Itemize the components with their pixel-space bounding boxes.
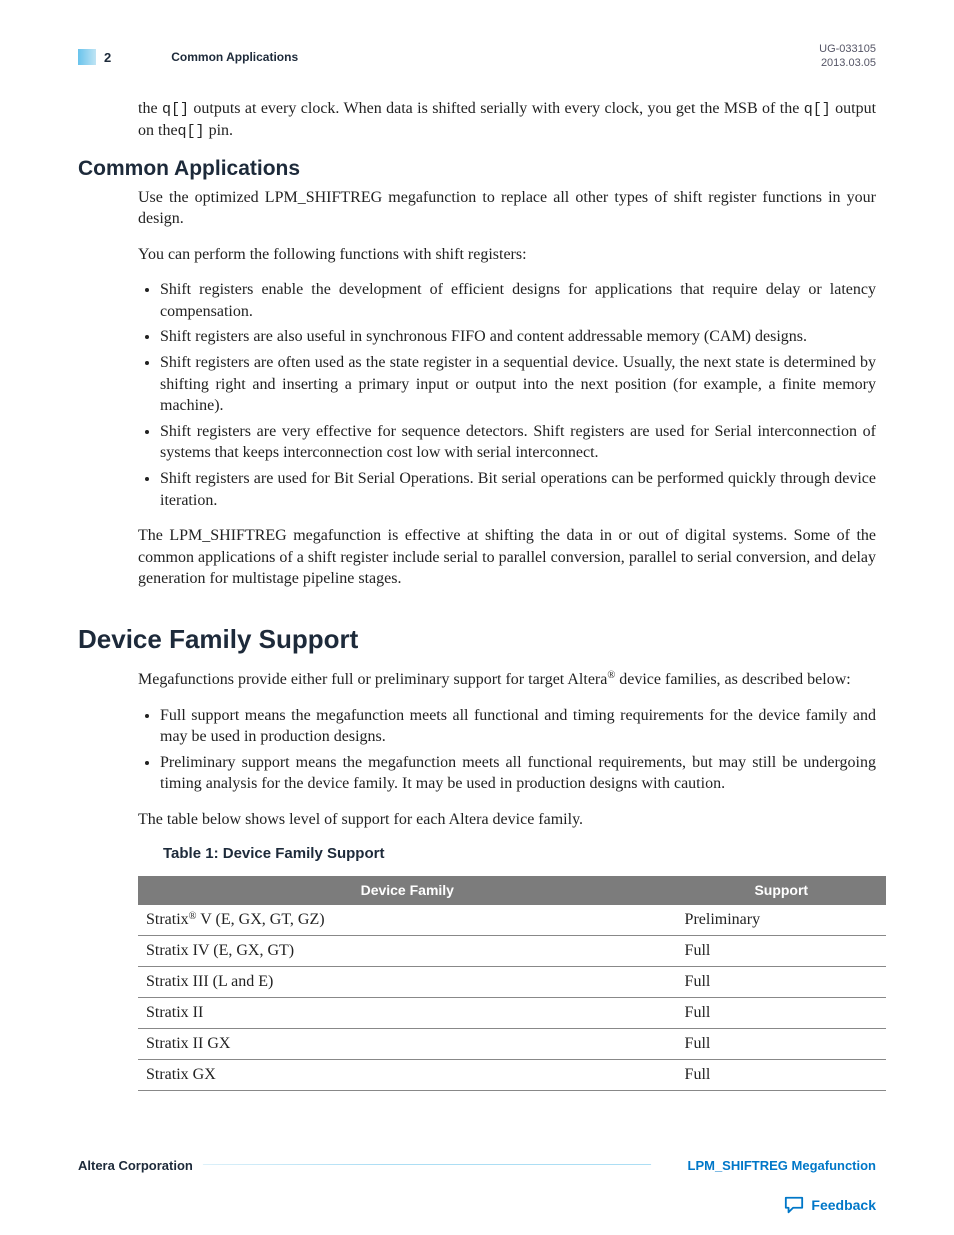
table-cell-family: Stratix III (L and E): [138, 966, 677, 997]
page-number: 2: [96, 50, 123, 65]
header-accent-bar: [78, 49, 96, 65]
page-footer: Altera Corporation LPM_SHIFTREG Megafunc…: [78, 1155, 876, 1175]
list-item: Shift registers are very effective for s…: [160, 421, 876, 464]
text: device families, as described below:: [615, 671, 850, 688]
paragraph: You can perform the following functions …: [138, 244, 876, 266]
table-row: Stratix IIFull: [138, 997, 886, 1028]
text: outputs at every clock. When data is shi…: [189, 100, 804, 117]
table-header-row: Device Family Support: [138, 876, 886, 905]
header-right: UG-033105 2013.03.05: [819, 43, 876, 71]
text: Megafunctions provide either full or pre…: [138, 671, 607, 688]
table-cell-support: Full: [677, 966, 886, 997]
table-cell-family: Stratix II: [138, 997, 677, 1028]
footer-doc-link[interactable]: LPM_SHIFTREG Megafunction: [688, 1158, 877, 1173]
list-item: Preliminary support means the megafuncti…: [160, 752, 876, 795]
table-header-cell: Support: [677, 876, 886, 905]
page-header: 2 Common Applications UG-033105 2013.03.…: [78, 44, 876, 70]
table-title: Table 1: Device Family Support: [163, 845, 886, 862]
table-cell-support: Full: [677, 997, 886, 1028]
table-row: Stratix II GXFull: [138, 1028, 886, 1059]
table-block: Table 1: Device Family Support Device Fa…: [138, 845, 886, 1091]
table-cell-family: Stratix II GX: [138, 1028, 677, 1059]
doc-date: 2013.03.05: [819, 57, 876, 71]
body-column: the q[] outputs at every clock. When dat…: [138, 98, 876, 1091]
list-item: Shift registers are also useful in synch…: [160, 326, 876, 348]
registered-mark: ®: [189, 911, 197, 922]
list-item: Shift registers are used for Bit Serial …: [160, 468, 876, 511]
table-row: Stratix IV (E, GX, GT)Full: [138, 935, 886, 966]
code-token: q[]: [804, 101, 831, 118]
table-row: Stratix GXFull: [138, 1059, 886, 1090]
device-family-table: Device Family Support Stratix® V (E, GX,…: [138, 876, 886, 1091]
table-row: Stratix® V (E, GX, GT, GZ)Preliminary: [138, 904, 886, 935]
paragraph: Megafunctions provide either full or pre…: [138, 669, 876, 691]
feedback-label: Feedback: [811, 1197, 876, 1213]
header-left: 2 Common Applications: [78, 48, 298, 66]
heading-common-applications: Common Applications: [78, 157, 876, 181]
list-item: Shift registers are often used as the st…: [160, 352, 876, 417]
list-item: Shift registers enable the development o…: [160, 279, 876, 322]
table-header-cell: Device Family: [138, 876, 677, 905]
text: pin.: [205, 122, 233, 139]
table-cell-support: Full: [677, 1059, 886, 1090]
paragraph: The LPM_SHIFTREG megafunction is effecti…: [138, 525, 876, 590]
table-cell-support: Preliminary: [677, 904, 886, 935]
footer-company: Altera Corporation: [78, 1158, 193, 1173]
table-cell-support: Full: [677, 935, 886, 966]
running-title: Common Applications: [123, 50, 298, 64]
list-item: Full support means the megafunction meet…: [160, 705, 876, 748]
table-cell-family: Stratix IV (E, GX, GT): [138, 935, 677, 966]
intro-fragment: the q[] outputs at every clock. When dat…: [138, 98, 876, 143]
page: 2 Common Applications UG-033105 2013.03.…: [0, 0, 954, 1235]
text: the: [138, 100, 162, 117]
paragraph: Use the optimized LPM_SHIFTREG megafunct…: [138, 187, 876, 230]
doc-id: UG-033105: [819, 43, 876, 57]
footer-row: Altera Corporation LPM_SHIFTREG Megafunc…: [78, 1155, 876, 1175]
table-cell-support: Full: [677, 1028, 886, 1059]
bullet-list: Shift registers enable the development o…: [138, 279, 876, 511]
table-cell-family: Stratix GX: [138, 1059, 677, 1090]
code-token: q[]: [162, 101, 189, 118]
code-token: q[]: [178, 123, 205, 140]
heading-device-family-support: Device Family Support: [78, 624, 876, 655]
footer-separator: [203, 1164, 652, 1165]
paragraph: The table below shows level of support f…: [138, 809, 876, 831]
bullet-list: Full support means the megafunction meet…: [138, 705, 876, 795]
table-cell-family: Stratix® V (E, GX, GT, GZ): [138, 904, 677, 935]
feedback-button[interactable]: Feedback: [783, 1195, 876, 1215]
table-row: Stratix III (L and E)Full: [138, 966, 886, 997]
speech-bubble-icon: [783, 1195, 805, 1215]
